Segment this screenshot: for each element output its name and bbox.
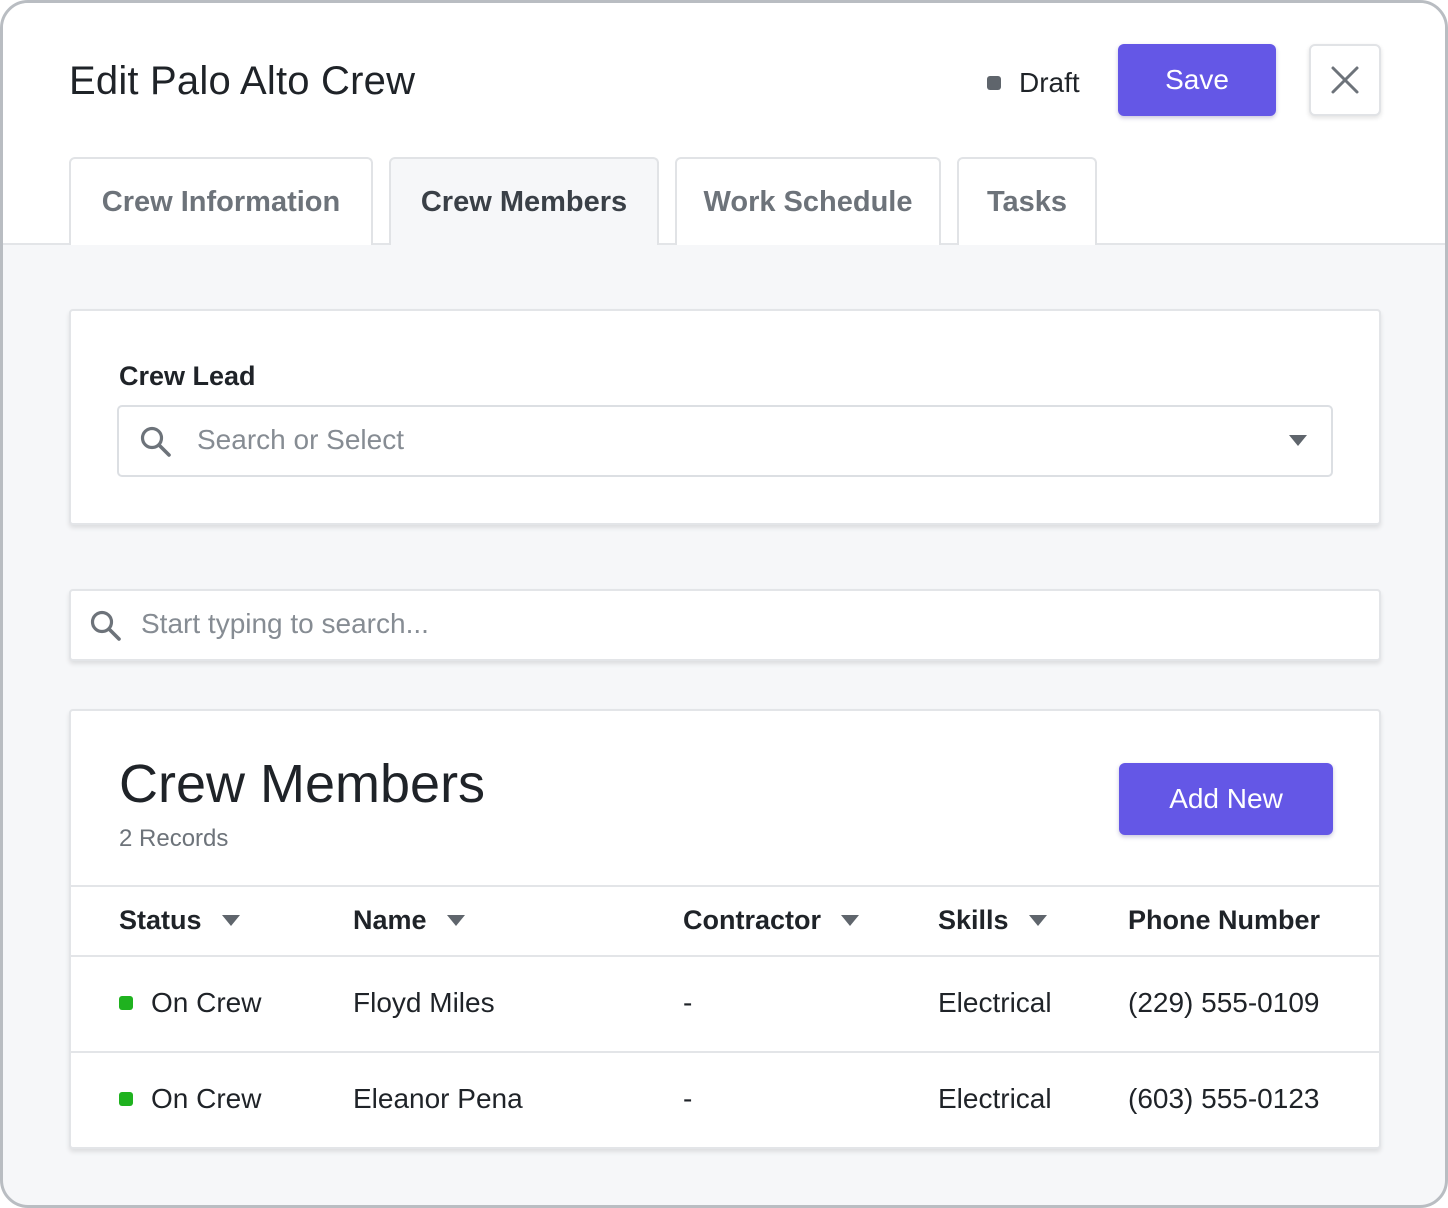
column-header-status[interactable]: Status xyxy=(119,905,240,936)
column-label: Status xyxy=(119,905,202,935)
status-cell: On Crew xyxy=(119,1083,261,1115)
sort-caret-icon xyxy=(221,914,240,926)
edit-crew-modal: Edit Palo Alto Crew Draft Save Crew Info… xyxy=(0,0,1448,1208)
add-new-button[interactable]: Add New xyxy=(1119,763,1333,835)
tab-work-schedule[interactable]: Work Schedule xyxy=(675,157,941,245)
draft-status-dot xyxy=(987,76,1001,90)
phone-cell: (603) 555-0123 xyxy=(1128,1083,1320,1114)
column-label: Skills xyxy=(938,905,1009,935)
section-title: Crew Members xyxy=(119,754,486,814)
close-icon xyxy=(1331,66,1359,94)
contractor-cell: - xyxy=(683,987,693,1018)
status-cell: On Crew xyxy=(119,987,261,1019)
table-row[interactable]: On Crew Eleanor Pena - Electrical (603) … xyxy=(71,1053,1379,1149)
member-search-input[interactable]: Start typing to search... xyxy=(69,589,1381,661)
tab-crew-members[interactable]: Crew Members xyxy=(389,157,659,245)
member-search-placeholder: Start typing to search... xyxy=(141,608,429,639)
modal-header: Edit Palo Alto Crew Draft Save Crew Info… xyxy=(3,3,1445,245)
column-label: Contractor xyxy=(683,905,822,935)
column-header-phone-number: Phone Number xyxy=(1128,905,1320,936)
table-row[interactable]: On Crew Floyd Miles - Electrical (229) 5… xyxy=(71,957,1379,1053)
sort-caret-icon xyxy=(446,914,465,926)
crew-lead-card: Crew Lead Search or Select xyxy=(69,309,1381,525)
on-crew-status-dot xyxy=(119,1092,133,1106)
record-count: 2 Records xyxy=(119,825,229,852)
save-button[interactable]: Save xyxy=(1118,44,1276,116)
sort-caret-icon xyxy=(1028,914,1047,926)
contractor-cell: - xyxy=(683,1083,693,1114)
column-label: Phone Number xyxy=(1128,905,1321,935)
column-header-skills[interactable]: Skills xyxy=(938,905,1047,936)
crew-lead-label: Crew Lead xyxy=(119,361,256,391)
search-icon xyxy=(90,610,121,641)
tab-crew-information[interactable]: Crew Information xyxy=(69,157,373,245)
phone-cell: (229) 555-0109 xyxy=(1128,987,1320,1018)
search-icon xyxy=(140,426,171,457)
column-label: Name xyxy=(353,905,427,935)
name-cell: Eleanor Pena xyxy=(353,1083,523,1114)
tab-tasks[interactable]: Tasks xyxy=(957,157,1097,245)
on-crew-status-dot xyxy=(119,996,133,1010)
skills-cell: Electrical xyxy=(938,987,1052,1018)
chevron-down-icon xyxy=(1289,435,1307,446)
table-header: Status Name Contractor Skills Phone Numb… xyxy=(71,885,1379,957)
crew-lead-select[interactable]: Search or Select xyxy=(117,405,1333,477)
skills-cell: Electrical xyxy=(938,1083,1052,1114)
status-text: On Crew xyxy=(151,987,262,1018)
status-text: On Crew xyxy=(151,1083,262,1114)
crew-lead-placeholder: Search or Select xyxy=(197,424,404,455)
crew-members-card: Crew Members 2 Records Add New Status Na… xyxy=(69,709,1381,1149)
close-button[interactable] xyxy=(1309,44,1381,116)
status-label: Draft xyxy=(1019,67,1080,98)
name-cell: Floyd Miles xyxy=(353,987,495,1018)
page-title: Edit Palo Alto Crew xyxy=(69,59,416,103)
status-badge: Draft xyxy=(987,65,1080,101)
column-header-contractor[interactable]: Contractor xyxy=(683,905,860,936)
column-header-name[interactable]: Name xyxy=(353,905,465,936)
sort-caret-icon xyxy=(841,914,860,926)
